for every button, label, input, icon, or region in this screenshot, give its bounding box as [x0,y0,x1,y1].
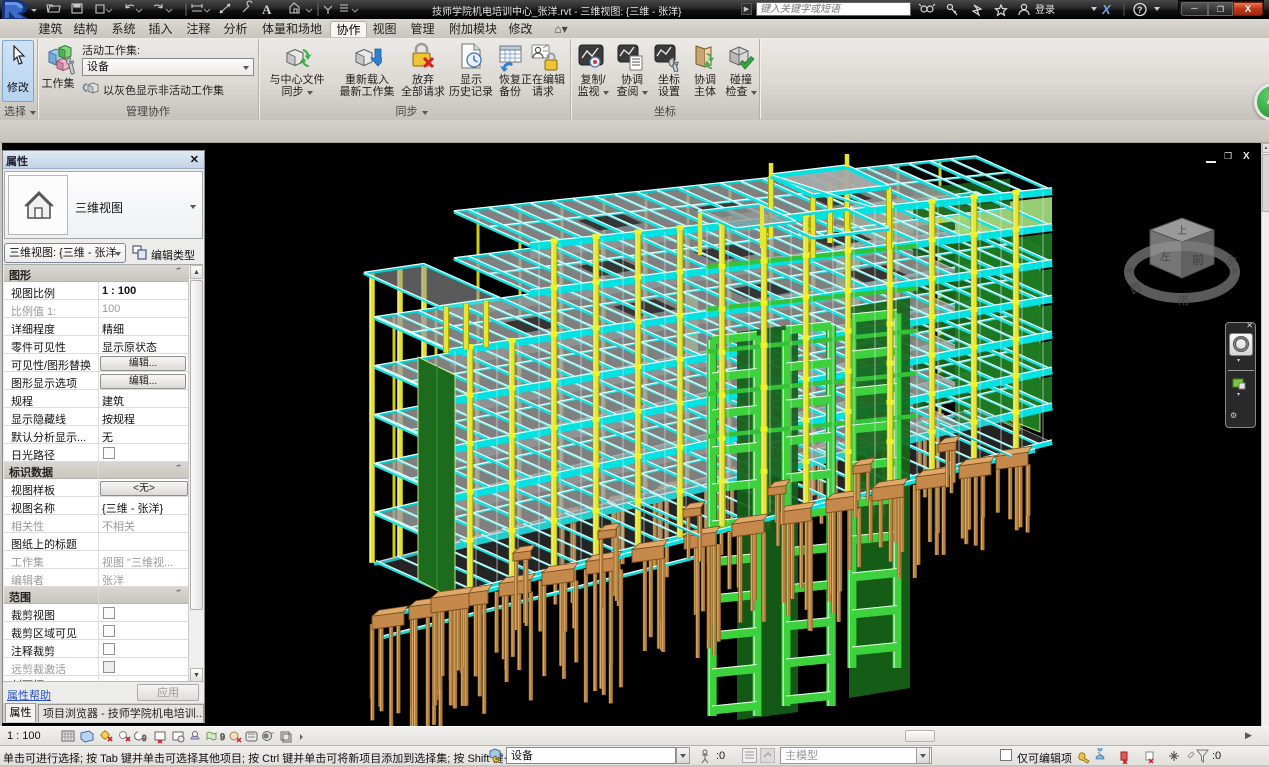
svg-text:A: A [262,2,272,17]
svg-text:左: 左 [1160,250,1171,263]
svg-text:?: ? [1137,5,1143,15]
svg-text:前: 前 [1192,252,1204,267]
svg-text:X: X [1102,2,1112,17]
svg-text:上: 上 [1177,225,1187,237]
svg-text:登录: 登录 [1035,3,1055,16]
svg-text:9: 9 [142,734,147,743]
svg-text:南: 南 [1178,294,1189,307]
svg-text:9: 9 [220,732,225,742]
